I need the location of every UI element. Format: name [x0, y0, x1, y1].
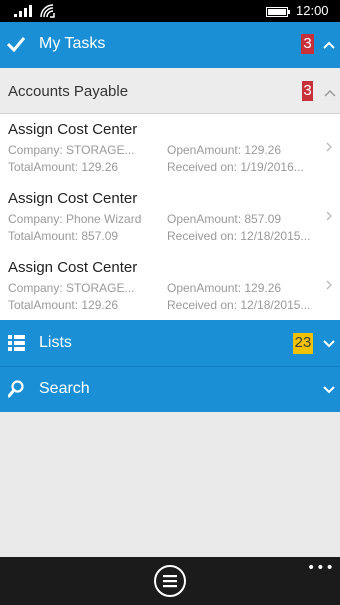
task-title: Assign Cost Center: [8, 121, 138, 138]
task-title: Assign Cost Center: [8, 259, 138, 276]
chevron-right-icon: [326, 280, 332, 290]
group-title: Accounts Payable: [8, 83, 129, 100]
my-tasks-header[interactable]: My Tasks 3: [0, 22, 340, 68]
search-icon: [8, 380, 24, 398]
chevron-up-icon[interactable]: [323, 41, 335, 49]
task-received-date: Received on: 12/18/2015...: [167, 229, 311, 243]
search-header[interactable]: Search: [0, 366, 340, 412]
lists-title: Lists: [39, 334, 72, 351]
status-bar: 12:00: [0, 0, 340, 22]
task-item[interactable]: Assign Cost Center Company: STORAGE... O…: [0, 114, 340, 183]
task-open-amount: OpenAmount: 129.26: [167, 281, 282, 295]
task-open-amount: OpenAmount: 129.26: [167, 143, 282, 157]
battery-icon: [266, 7, 290, 17]
task-list: Assign Cost Center Company: STORAGE... O…: [0, 114, 340, 320]
lists-count-badge: 23: [293, 333, 313, 354]
chevron-right-icon: [326, 211, 332, 221]
chevron-down-icon[interactable]: [323, 340, 335, 348]
group-count-badge: 3: [302, 81, 313, 101]
wifi-icon: [40, 4, 55, 18]
task-total-amount: TotalAmount: 129.26: [8, 298, 119, 312]
search-title: Search: [39, 380, 90, 397]
list-icon: [8, 335, 25, 351]
task-company: Company: STORAGE...: [8, 143, 135, 157]
more-icon[interactable]: •••: [307, 560, 335, 576]
my-tasks-count-badge: 3: [301, 34, 314, 54]
my-tasks-title: My Tasks: [39, 35, 106, 52]
task-company: Company: STORAGE...: [8, 281, 135, 295]
task-received-date: Received on: 1/19/2016...: [167, 160, 304, 174]
app-bar: •••: [0, 557, 340, 605]
checkmark-icon: [7, 37, 25, 52]
task-total-amount: TotalAmount: 129.26: [8, 160, 119, 174]
signal-icon: [14, 5, 32, 17]
task-received-date: Received on: 12/18/2015...: [167, 298, 311, 312]
lists-header[interactable]: Lists 23: [0, 320, 340, 366]
chevron-right-icon: [326, 142, 332, 152]
task-company: Company: Phone Wizard: [8, 212, 142, 226]
chevron-down-icon[interactable]: [323, 386, 335, 394]
task-item[interactable]: Assign Cost Center Company: Phone Wizard…: [0, 183, 340, 252]
task-item[interactable]: Assign Cost Center Company: STORAGE... O…: [0, 252, 340, 321]
menu-icon[interactable]: [154, 565, 186, 597]
status-time: 12:00: [296, 3, 329, 18]
task-total-amount: TotalAmount: 857.09: [8, 229, 119, 243]
accounts-payable-header[interactable]: Accounts Payable 3: [0, 68, 340, 114]
task-title: Assign Cost Center: [8, 190, 138, 207]
task-open-amount: OpenAmount: 857.09: [167, 212, 282, 226]
chevron-up-icon[interactable]: [324, 89, 336, 97]
